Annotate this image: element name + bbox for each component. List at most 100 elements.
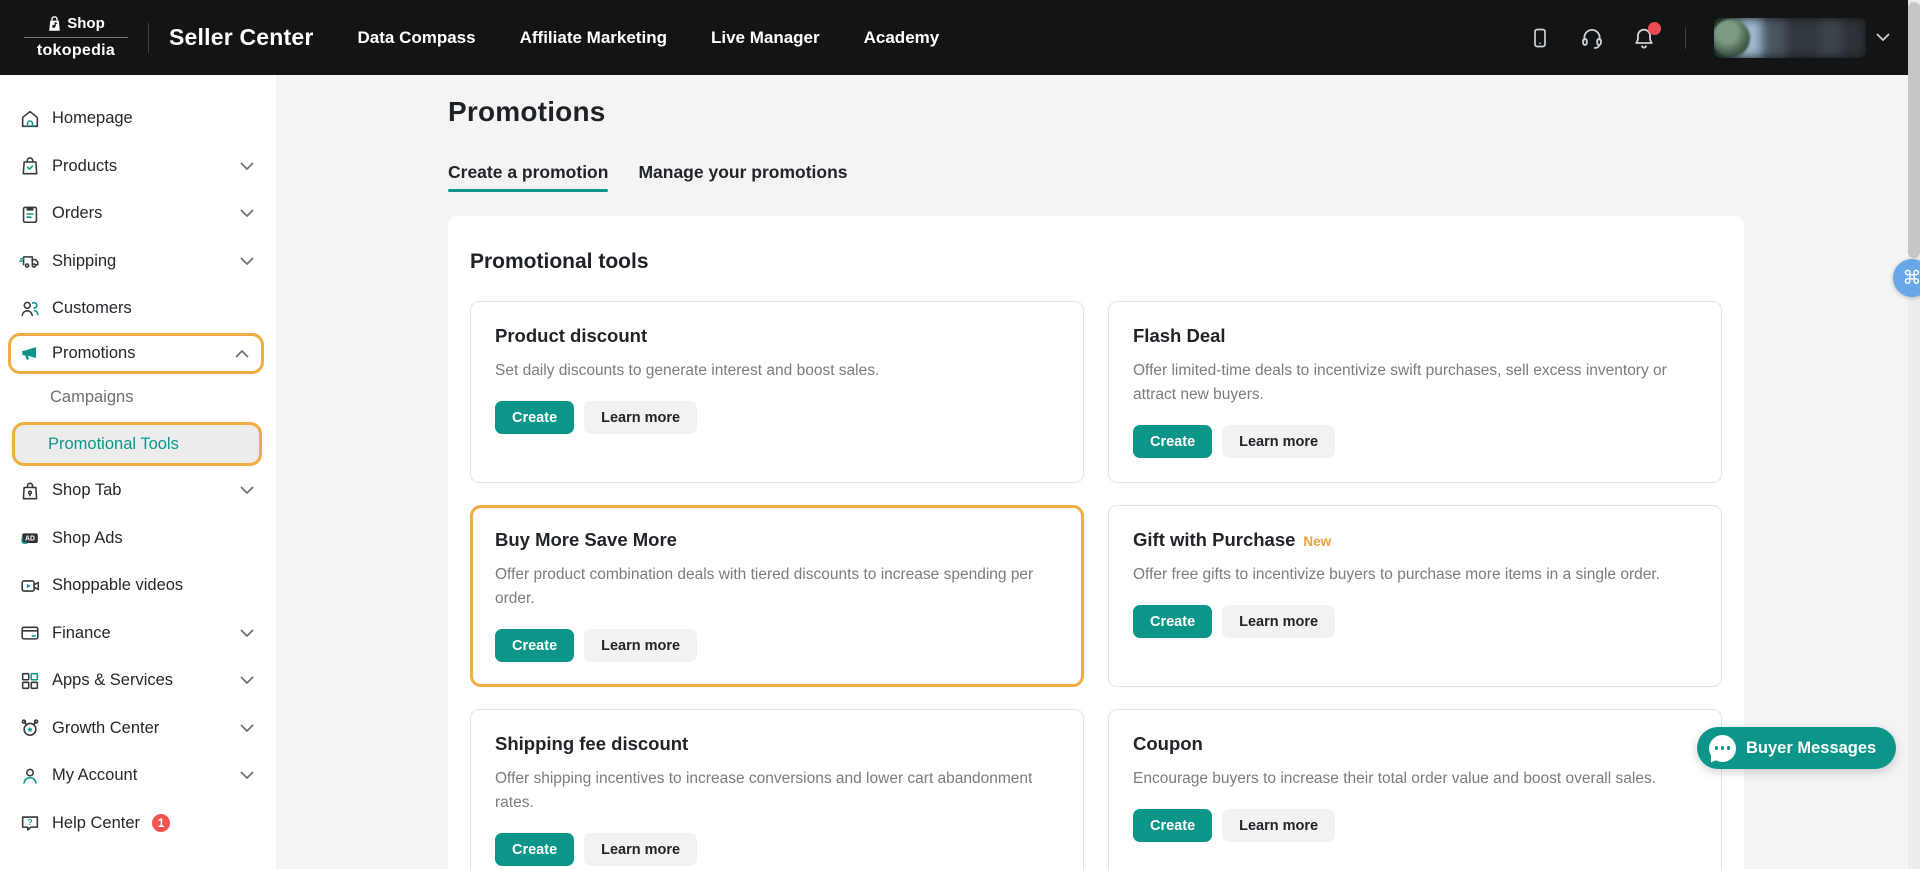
sidebar-item-label: Shipping bbox=[52, 252, 116, 271]
notifications-bell-icon[interactable] bbox=[1631, 25, 1657, 51]
tab-manage-your-promotions[interactable]: Manage your promotions bbox=[638, 162, 847, 192]
card-description: Set daily discounts to generate interest… bbox=[495, 359, 1055, 383]
scrollbar-thumb[interactable] bbox=[1908, 2, 1920, 258]
sidebar-item-label: Homepage bbox=[52, 109, 133, 128]
sidebar-item-shop-tab[interactable]: Shop Tab bbox=[0, 467, 276, 515]
nav-live-manager[interactable]: Live Manager bbox=[711, 28, 820, 48]
sidebar-item-label: Help Center bbox=[52, 814, 140, 833]
my-account-icon bbox=[19, 765, 41, 787]
sidebar-item-my-account[interactable]: My Account bbox=[0, 752, 276, 800]
orders-icon bbox=[19, 203, 41, 225]
chevron-down-icon bbox=[240, 162, 254, 171]
chevron-up-icon bbox=[235, 349, 249, 358]
sidebar-item-shoppable-videos[interactable]: Shoppable videos bbox=[0, 562, 276, 610]
sidebar-item-label: Products bbox=[52, 157, 117, 176]
sidebar-item-growth-center[interactable]: Growth Center bbox=[0, 705, 276, 753]
create-button[interactable]: Create bbox=[495, 833, 574, 866]
sidebar-item-label: Shoppable videos bbox=[52, 576, 183, 595]
sidebar-item-label: My Account bbox=[52, 766, 137, 785]
sidebar-item-finance[interactable]: Finance bbox=[0, 610, 276, 658]
header-divider bbox=[148, 23, 149, 53]
sidebar-item-shipping[interactable]: Shipping bbox=[0, 238, 276, 286]
card-description: Encourage buyers to increase their total… bbox=[1133, 767, 1693, 791]
page-scrollbar[interactable] bbox=[1908, 0, 1920, 869]
top-navigation: Seller Center Data Compass Affiliate Mar… bbox=[169, 24, 939, 51]
create-button[interactable]: Create bbox=[1133, 605, 1212, 638]
shop-tab-icon bbox=[19, 480, 41, 502]
shop-ads-icon: AD bbox=[19, 527, 41, 549]
sidebar-item-label: Orders bbox=[52, 204, 102, 223]
learn-more-button[interactable]: Learn more bbox=[1222, 809, 1335, 842]
top-bar: Shop tokopedia Seller Center Data Compas… bbox=[0, 0, 1920, 75]
card-title: Product discount bbox=[495, 325, 647, 347]
logo-line2: tokopedia bbox=[37, 38, 115, 60]
sidebar-item-label: Promotions bbox=[52, 344, 135, 363]
card-title: Flash Deal bbox=[1133, 325, 1226, 347]
mobile-app-icon[interactable] bbox=[1527, 25, 1553, 51]
sidebar-item-shop-ads[interactable]: AD Shop Ads bbox=[0, 515, 276, 563]
chevron-down-icon bbox=[240, 209, 254, 218]
card-description: Offer shipping incentives to increase co… bbox=[495, 767, 1055, 815]
nav-academy[interactable]: Academy bbox=[864, 28, 940, 48]
shipping-icon bbox=[19, 250, 41, 272]
finance-icon bbox=[19, 622, 41, 644]
nav-seller-center[interactable]: Seller Center bbox=[169, 24, 314, 51]
promotional-tools-panel: Promotional tools Product discount Set d… bbox=[448, 216, 1744, 869]
section-title: Promotional tools bbox=[470, 250, 1722, 274]
create-button[interactable]: Create bbox=[1133, 809, 1212, 842]
card-title: Gift with Purchase bbox=[1133, 529, 1295, 551]
chevron-down-icon bbox=[240, 724, 254, 733]
nav-data-compass[interactable]: Data Compass bbox=[358, 28, 476, 48]
account-menu[interactable] bbox=[1714, 18, 1890, 58]
avatar bbox=[1714, 18, 1866, 58]
sidebar-item-homepage[interactable]: Homepage bbox=[0, 95, 276, 143]
learn-more-button[interactable]: Learn more bbox=[1222, 425, 1335, 458]
header-divider bbox=[1685, 27, 1686, 49]
buyer-messages-button[interactable]: Buyer Messages bbox=[1697, 727, 1896, 769]
learn-more-button[interactable]: Learn more bbox=[1222, 605, 1335, 638]
learn-more-button[interactable]: Learn more bbox=[584, 833, 697, 866]
promo-card-product-discount: Product discount Set daily discounts to … bbox=[470, 301, 1084, 483]
chevron-down-icon bbox=[240, 771, 254, 780]
page-title: Promotions bbox=[448, 96, 1908, 128]
help-center-badge: 1 bbox=[152, 814, 170, 832]
promo-card-coupon: Coupon Encourage buyers to increase thei… bbox=[1108, 709, 1722, 869]
command-icon: ⌘ bbox=[1903, 267, 1920, 290]
sidebar-item-label: Customers bbox=[52, 299, 132, 318]
sidebar-item-campaigns[interactable]: Campaigns bbox=[0, 374, 276, 422]
chevron-down-icon bbox=[240, 257, 254, 266]
learn-more-button[interactable]: Learn more bbox=[584, 401, 697, 434]
sidebar-item-help-center[interactable]: ? Help Center 1 bbox=[0, 800, 276, 848]
svg-text:?: ? bbox=[27, 818, 32, 827]
sidebar-item-label: Finance bbox=[52, 624, 111, 643]
products-icon bbox=[19, 155, 41, 177]
growth-center-icon bbox=[19, 717, 41, 739]
sidebar-item-customers[interactable]: Customers bbox=[0, 285, 276, 333]
create-button[interactable]: Create bbox=[495, 629, 574, 662]
promo-card-gift-with-purchase: Gift with Purchase New Offer free gifts … bbox=[1108, 505, 1722, 687]
buyer-messages-label: Buyer Messages bbox=[1746, 739, 1876, 758]
card-description: Offer limited-time deals to incentivize … bbox=[1133, 359, 1693, 407]
sidebar-item-label: Apps & Services bbox=[52, 671, 173, 690]
create-button[interactable]: Create bbox=[495, 401, 574, 434]
shop-tokopedia-logo[interactable]: Shop tokopedia bbox=[24, 15, 128, 60]
sidebar-item-orders[interactable]: Orders bbox=[0, 190, 276, 238]
nav-affiliate-marketing[interactable]: Affiliate Marketing bbox=[520, 28, 667, 48]
card-title: Shipping fee discount bbox=[495, 733, 688, 755]
sidebar-item-promotional-tools[interactable]: Promotional Tools bbox=[12, 422, 262, 466]
sidebar-item-label: Campaigns bbox=[50, 388, 133, 407]
learn-more-button[interactable]: Learn more bbox=[584, 629, 697, 662]
chevron-down-icon bbox=[240, 486, 254, 495]
home-icon bbox=[19, 108, 41, 130]
tab-create-a-promotion[interactable]: Create a promotion bbox=[448, 162, 608, 192]
create-button[interactable]: Create bbox=[1133, 425, 1212, 458]
promotions-icon bbox=[19, 342, 41, 364]
shoppable-videos-icon bbox=[19, 575, 41, 597]
promo-card-buy-more-save-more: Buy More Save More Offer product combina… bbox=[470, 505, 1084, 687]
help-center-icon: ? bbox=[19, 812, 41, 834]
svg-text:AD: AD bbox=[25, 536, 35, 543]
sidebar-item-promotions[interactable]: Promotions bbox=[8, 333, 264, 374]
support-headset-icon[interactable] bbox=[1579, 25, 1605, 51]
sidebar-item-products[interactable]: Products bbox=[0, 143, 276, 191]
sidebar-item-apps-services[interactable]: Apps & Services bbox=[0, 657, 276, 705]
